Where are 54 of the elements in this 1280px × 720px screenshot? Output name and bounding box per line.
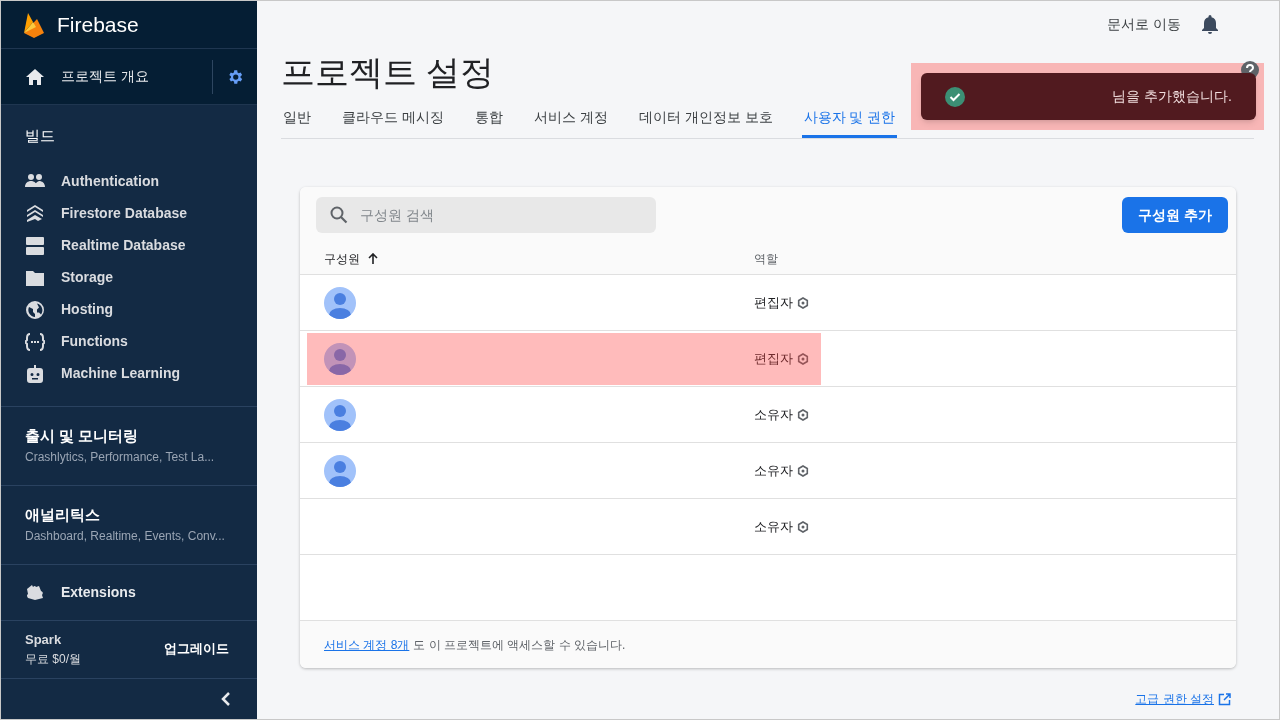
upgrade-button[interactable]: 업그레이드 (160, 635, 233, 663)
docs-link[interactable]: 문서로 이동 (1107, 13, 1181, 35)
tab[interactable]: 데이터 개인정보 보호 (636, 97, 775, 138)
advanced-permissions-link[interactable]: 고급 권한 설정 (1135, 690, 1214, 708)
server-icon (25, 235, 45, 256)
role-dropdown[interactable]: 소유자 (754, 460, 809, 481)
plan-price: 무료 $0/월 (25, 650, 81, 668)
role-dropdown[interactable]: 편집자 (754, 348, 809, 369)
check-circle-icon (945, 86, 965, 107)
sidebar-item[interactable]: Realtime Database (1, 229, 257, 262)
role-dropdown[interactable]: 소유자 (754, 404, 809, 425)
gear-icon (797, 520, 809, 533)
column-header[interactable]: 구성원 (324, 249, 360, 268)
page-title: 프로젝트 설정 (281, 52, 495, 93)
sidebar-item[interactable]: Storage (1, 261, 257, 294)
gear-icon (797, 408, 809, 421)
tab[interactable]: 일반 (281, 97, 313, 138)
plan-name: Spark (25, 631, 63, 650)
gear-icon (797, 464, 809, 477)
tab[interactable]: 클라우드 메시징 (340, 97, 446, 138)
role-dropdown[interactable]: 편집자 (754, 292, 809, 313)
tab[interactable]: 사용자 및 권한 (801, 97, 898, 138)
sidebar-section[interactable]: 출시 및 모니터링 Crashlytics, Performance, Test La... (1, 406, 257, 486)
bell-icon[interactable] (1201, 14, 1219, 34)
tab[interactable]: 통합 (472, 97, 505, 138)
add-member-button[interactable]: 구성원 추가 (1122, 197, 1228, 233)
section-title: 빌드 (24, 126, 56, 146)
brand-name: Firebase (57, 11, 139, 38)
sidebar-item[interactable]: Authentication (1, 165, 257, 198)
gear-icon (797, 352, 809, 365)
robot-icon (25, 363, 45, 384)
gear-icon (797, 296, 809, 309)
toast-message: 님을 추가했습니다. (1112, 87, 1232, 106)
extensions-link[interactable]: Extensions (1, 564, 257, 621)
search-icon (330, 206, 348, 224)
collapse-icon[interactable] (221, 691, 231, 706)
sidebar-item[interactable]: Firestore Database (1, 197, 257, 230)
footer-text: 도 이 프로젝트에 액세스할 수 있습니다. (413, 636, 626, 654)
home-icon (25, 67, 45, 86)
search-field[interactable]: 구성원 검색 (316, 197, 656, 233)
braces-icon (25, 331, 45, 352)
layers-icon (25, 203, 45, 224)
external-link-icon[interactable] (1218, 692, 1231, 706)
sidebar-item[interactable]: Hosting (1, 293, 257, 326)
sidebar-section[interactable]: 애널리틱스 Dashboard, Realtime, Events, Conv... (1, 485, 257, 565)
puzzle-icon (25, 582, 45, 602)
column-header: 역할 (754, 250, 778, 268)
sort-up-icon[interactable] (368, 252, 378, 265)
service-accounts-link[interactable]: 서비스 계정 8개 (324, 635, 410, 654)
tab[interactable]: 서비스 계정 (531, 97, 610, 138)
globe-icon (25, 299, 45, 320)
sidebar-item[interactable]: Functions (1, 325, 257, 358)
sidebar-item[interactable]: Machine Learning (1, 357, 257, 390)
role-dropdown[interactable]: 소유자 (754, 516, 809, 537)
